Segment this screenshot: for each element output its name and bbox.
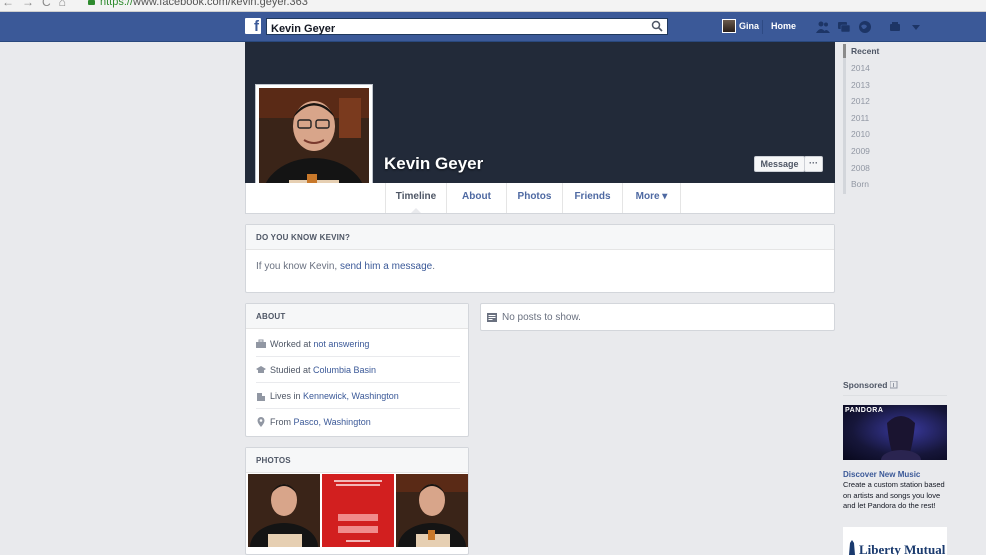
year-2014[interactable]: 2014 xyxy=(851,63,870,73)
about-from-link[interactable]: Pasco, Washington xyxy=(294,417,371,427)
sponsored-section: Sponsored xyxy=(843,380,947,396)
briefcase-icon xyxy=(256,339,266,348)
browser-address-bar: ←→C⌂ https://www.facebook.com/kevin.geye… xyxy=(0,0,986,12)
tab-more[interactable]: More ▾ xyxy=(622,183,681,213)
photo-thumbnail[interactable] xyxy=(248,474,320,547)
about-card: ABOUT Worked at not answering Studied at… xyxy=(245,303,469,437)
about-work-link[interactable]: not answering xyxy=(313,339,369,349)
year-recent[interactable]: Recent xyxy=(851,46,879,56)
about-lives-prefix: Lives in xyxy=(270,391,304,401)
about-education-text: Studied at Columbia Basin xyxy=(270,365,376,375)
home-link[interactable]: Home xyxy=(771,21,796,31)
pandora-ad-image[interactable]: PANDORA xyxy=(843,405,947,460)
liberty-mutual-brand: Liberty Mutual xyxy=(859,542,946,555)
top-navigation-bar: f Gina Home xyxy=(0,12,986,42)
year-2009[interactable]: 2009 xyxy=(851,146,870,156)
profile-photo-image xyxy=(259,88,369,198)
url-path: www.facebook.com/kevin.geyer.363 xyxy=(133,0,308,8)
location-pin-icon xyxy=(257,417,265,427)
liberty-statue-icon xyxy=(849,540,855,555)
about-from-text: From Pasco, Washington xyxy=(270,417,371,427)
tab-about[interactable]: About xyxy=(446,183,506,213)
user-avatar[interactable] xyxy=(722,19,736,33)
send-message-link[interactable]: send him a message xyxy=(340,261,432,272)
sponsored-divider xyxy=(843,395,947,396)
settings-dropdown-icon[interactable] xyxy=(909,20,923,34)
about-row-from: From Pasco, Washington xyxy=(256,409,460,435)
about-heading: ABOUT xyxy=(246,304,468,329)
sponsored-info-icon[interactable] xyxy=(890,381,898,389)
photos-heading: PHOTOS xyxy=(246,448,468,473)
profile-name: Kevin Geyer xyxy=(384,154,484,173)
about-row-lives: Lives in Kennewick, Washington xyxy=(256,383,460,409)
posts-list-icon xyxy=(487,313,497,322)
year-2011[interactable]: 2011 xyxy=(851,113,869,123)
nav-divider xyxy=(762,20,763,34)
tab-photos[interactable]: Photos xyxy=(506,183,562,213)
profile-more-options-button[interactable]: ··· xyxy=(804,156,823,172)
tab-friends[interactable]: Friends xyxy=(562,183,622,213)
about-education-link[interactable]: Columbia Basin xyxy=(313,365,376,375)
do-you-know-card: DO YOU KNOW KEVIN? If you know Kevin, se… xyxy=(245,224,835,293)
liberty-mutual-ad[interactable]: Liberty Mutual xyxy=(843,527,947,555)
photo-thumbnail[interactable] xyxy=(322,474,394,547)
pandora-ad-body: Create a custom station based on artists… xyxy=(843,480,945,510)
about-work-prefix: Worked at xyxy=(270,339,314,349)
year-2012[interactable]: 2012 xyxy=(851,96,870,106)
search-icon[interactable] xyxy=(651,20,663,32)
about-education-prefix: Studied at xyxy=(270,365,314,375)
messages-icon[interactable] xyxy=(837,20,851,34)
know-text-prefix: If you know Kevin, xyxy=(256,261,340,272)
year-2010[interactable]: 2010 xyxy=(851,129,870,139)
no-posts-text: No posts to show. xyxy=(502,312,581,323)
year-nav-rail xyxy=(843,44,846,194)
tab-timeline[interactable]: Timeline xyxy=(385,183,446,213)
pandora-ad-title[interactable]: Discover New Music xyxy=(843,470,920,479)
about-lives-text: Lives in Kennewick, Washington xyxy=(270,391,399,401)
message-button[interactable]: Message xyxy=(754,156,805,172)
graduation-cap-icon xyxy=(256,366,266,373)
do-you-know-heading: DO YOU KNOW KEVIN? xyxy=(246,225,834,250)
house-icon xyxy=(257,393,265,401)
browser-nav-icons[interactable]: ←→C⌂ xyxy=(2,0,74,9)
about-row-work: Worked at not answering xyxy=(256,331,460,357)
search-box[interactable] xyxy=(266,18,668,37)
profile-tab-bar: Timeline About Photos Friends More ▾ xyxy=(245,183,835,214)
secure-lock-icon xyxy=(88,0,95,5)
sponsored-heading: Sponsored xyxy=(843,380,888,390)
photos-card: PHOTOS xyxy=(245,447,469,555)
search-input[interactable] xyxy=(267,21,637,37)
user-name-link[interactable]: Gina xyxy=(739,21,759,31)
no-posts-card: No posts to show. xyxy=(480,303,835,331)
url-protocol: https:// xyxy=(100,0,134,8)
year-2008[interactable]: 2008 xyxy=(851,163,870,173)
do-you-know-text: If you know Kevin, send him a message. xyxy=(256,261,435,272)
photo-thumbnail[interactable] xyxy=(396,474,468,547)
about-from-prefix: From xyxy=(270,417,294,427)
know-text-suffix: . xyxy=(432,261,435,272)
facebook-logo-icon[interactable]: f xyxy=(245,18,261,35)
about-row-education: Studied at Columbia Basin xyxy=(256,357,460,383)
about-work-text: Worked at not answering xyxy=(270,339,369,349)
notifications-globe-icon[interactable] xyxy=(858,20,872,34)
year-2013[interactable]: 2013 xyxy=(851,80,870,90)
privacy-shortcuts-icon[interactable] xyxy=(888,20,902,34)
friend-requests-icon[interactable] xyxy=(816,20,830,34)
about-lives-link[interactable]: Kennewick, Washington xyxy=(303,391,399,401)
browser-url[interactable]: https://www.facebook.com/kevin.geyer.363 xyxy=(100,0,308,8)
year-born[interactable]: Born xyxy=(851,179,869,189)
